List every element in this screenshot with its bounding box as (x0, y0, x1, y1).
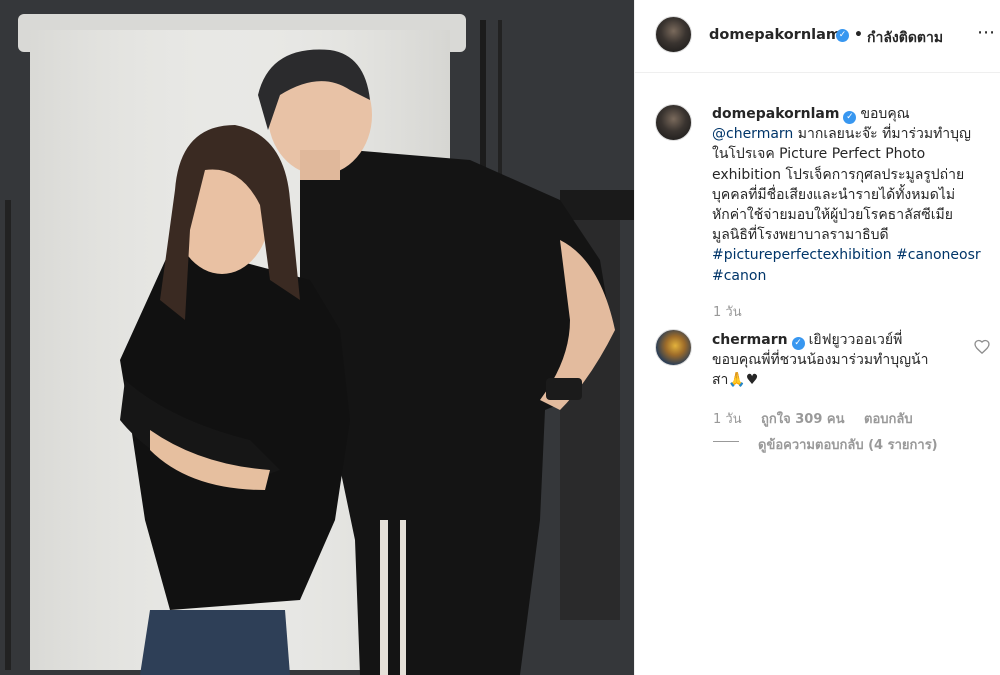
comment-text: เยิฟยูววออเวย์พี่ (808, 332, 903, 348)
replies-divider (713, 441, 739, 442)
more-options-icon[interactable]: ⋯ (977, 22, 996, 43)
verified-badge-icon: ✓ (843, 111, 857, 124)
commenter-username[interactable]: chermarn (712, 332, 788, 348)
caption-timestamp[interactable]: 1 วัน (713, 301, 742, 322)
comment-line-3: สา🙏♥ (712, 372, 759, 388)
caption-line-5: บุคคลที่มีชื่อเสียงและนำรายได้ทั้งหมดไม่ (712, 186, 956, 203)
hashtag-link-canon[interactable]: #canon (712, 266, 974, 286)
comment-timestamp[interactable]: 1 วัน (713, 408, 742, 429)
comment-likes[interactable]: ถูกใจ 309 คน (761, 408, 844, 429)
reply-button[interactable]: ตอบกลับ (864, 408, 913, 429)
author-username[interactable]: domepakornlam (709, 27, 841, 43)
like-comment-heart-icon[interactable] (974, 339, 990, 354)
caption-line-4: exhibition โปรเจ็คการกุศลประมูลรูปถ่าย (712, 166, 965, 183)
caption-line-6: หักค่าใช้จ่ายมอบให้ผู้ป่วยโรคธาลัสซีเมีย (712, 207, 953, 224)
caption-text: ขอบคุณ (860, 106, 910, 122)
caption-line-2: @chermarn มากเลยนะจ๊ะ ที่มาร่วมทำบุญ (712, 124, 974, 144)
verified-badge-icon: ✓ (791, 337, 805, 350)
mention-link[interactable]: @chermarn (712, 126, 793, 142)
verified-badge-icon: ✓ (836, 29, 849, 42)
caption-line-7: มูลนิธิที่โรงพยาบาลรามาธิบดี (712, 227, 889, 244)
caption-line-1: domepakornlam ✓ ขอบคุณ (712, 104, 974, 124)
caption-line-3: ในโปรเจค Picture Perfect Photo (712, 146, 926, 163)
caption-text: มากเลยนะจ๊ะ ที่มาร่วมทำบุญ (797, 126, 971, 143)
following-button[interactable]: กำลังติดตาม (867, 27, 943, 49)
post-header: domepakornlam ✓ • กำลังติดตาม ⋯ (635, 0, 1000, 73)
follow-separator: • (854, 27, 863, 43)
post-side-panel: domepakornlam ✓ • กำลังติดตาม ⋯ domepako… (634, 0, 1000, 675)
hashtag-links[interactable]: #pictureperfectexhibition #canoneosr (712, 245, 981, 265)
post-photo[interactable] (0, 0, 634, 675)
comment-line-2: ขอบคุณพี่ที่ชวนน้องมาร่วมทำบุญน้า (712, 352, 929, 368)
view-replies-button[interactable]: ดูข้อความตอบกลับ (4 รายการ) (758, 434, 938, 455)
author-avatar[interactable] (655, 16, 692, 53)
comment-line-1: chermarn ✓ เยิฟยูววออเวย์พี่ (712, 330, 962, 350)
photo-illustration (0, 0, 634, 675)
caption-username[interactable]: domepakornlam (712, 106, 839, 122)
commenter-avatar[interactable] (655, 329, 692, 366)
post-caption: domepakornlam ✓ ขอบคุณ @chermarn มากเลยนะจ… (712, 104, 981, 286)
caption-author-avatar[interactable] (655, 104, 692, 141)
comment: chermarn ✓ เยิฟยูววออเวย์พี่ ขอบคุณพี่ที่ช… (712, 330, 962, 390)
